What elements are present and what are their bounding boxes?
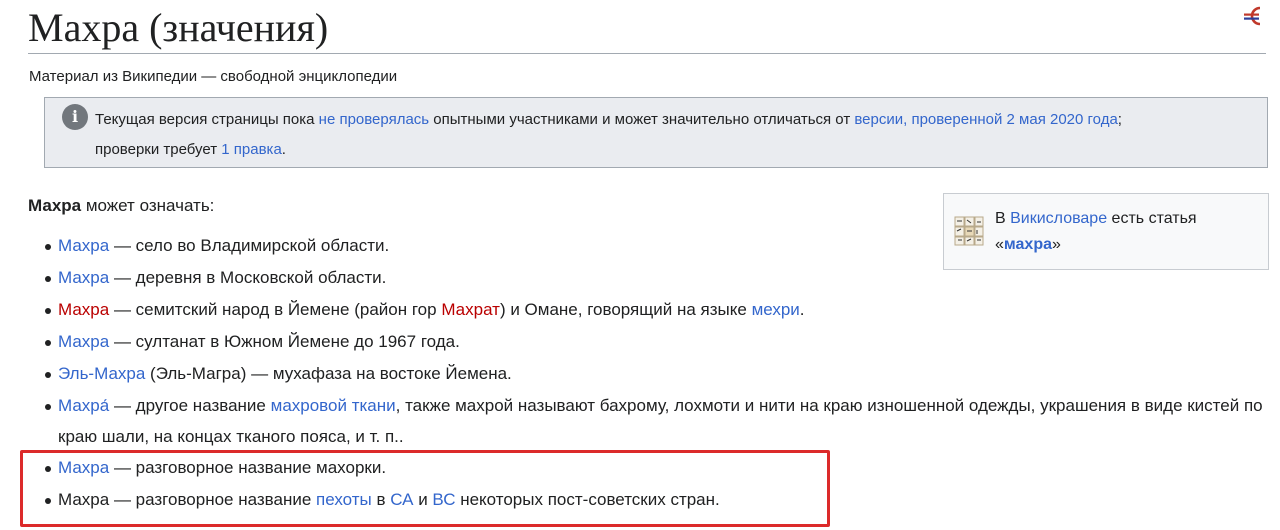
page-title: Махра (значения) xyxy=(28,5,329,50)
item-link[interactable]: Махра xyxy=(58,332,109,351)
list-item: Махра — семитский народ в Йемене (район … xyxy=(44,294,1266,326)
checked-version-link[interactable]: версии, проверенной 2 мая 2020 года xyxy=(854,111,1117,128)
list-item: Эль-Махра (Эль-Магра) — мухафаза на вост… xyxy=(44,358,1266,390)
pending-edit-link[interactable]: 1 правка xyxy=(221,141,282,158)
item-link[interactable]: Махра́ xyxy=(58,396,109,415)
intro-text: Махра может означать: xyxy=(28,196,215,215)
item-redlink[interactable]: Махра xyxy=(58,300,109,319)
info-icon: i xyxy=(62,104,88,130)
language-icon[interactable] xyxy=(1238,4,1268,28)
mehri-link[interactable]: мехри xyxy=(752,300,800,319)
site-subtitle: Материал из Википедии — свободной энцикл… xyxy=(29,68,398,85)
item-link[interactable]: Махра xyxy=(58,268,109,287)
notice-text: Текущая версия страницы пока не проверял… xyxy=(95,111,1122,158)
terry-cloth-link[interactable]: махровой ткани xyxy=(271,396,396,415)
mahrat-redlink[interactable]: Махрат xyxy=(441,300,500,319)
title-divider xyxy=(28,53,1266,54)
item-link[interactable]: Эль-Махра xyxy=(58,364,145,383)
highlight-box xyxy=(20,450,830,527)
list-item: Махра — султанат в Южном Йемене до 1967 … xyxy=(44,326,1266,358)
list-item: Махра́ — другое название махровой ткани,… xyxy=(44,390,1266,452)
list-item: Махра — деревня в Московской области. xyxy=(44,262,1266,294)
not-checked-link[interactable]: не проверялась xyxy=(319,111,429,128)
list-item: Махра — село во Владимирской области. xyxy=(44,230,1266,262)
item-link[interactable]: Махра xyxy=(58,236,109,255)
wiktionary-link[interactable]: Викисловаре xyxy=(1010,210,1107,227)
flagged-revision-notice: i Текущая версия страницы пока не провер… xyxy=(44,97,1268,168)
